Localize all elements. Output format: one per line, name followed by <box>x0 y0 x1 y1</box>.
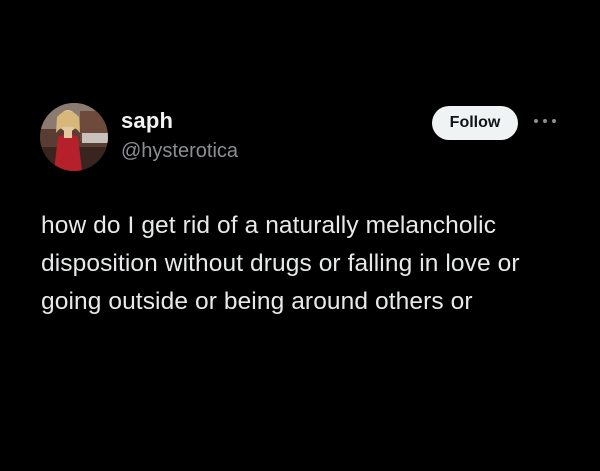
author-info: saph @hysterotica <box>121 108 238 163</box>
tweet-text: how do I get rid of a naturally melancho… <box>41 207 571 321</box>
follow-button[interactable]: Follow <box>432 106 518 140</box>
display-name[interactable]: saph <box>121 108 238 134</box>
avatar[interactable] <box>40 103 108 171</box>
dot <box>534 119 538 123</box>
tweet-text-line: disposition without drugs or falling in … <box>41 250 520 277</box>
dot <box>543 119 547 123</box>
user-handle[interactable]: @hysterotica <box>121 139 238 163</box>
tweet-card: saph @hysterotica Follow how do I get ri… <box>0 0 600 471</box>
tweet-text-line: going outside or being around others or <box>41 288 473 315</box>
more-horizontal-icon[interactable] <box>534 116 556 126</box>
tweet-text-line: how do I get rid of a naturally melancho… <box>41 212 497 239</box>
dot <box>552 119 556 123</box>
avatar-photo <box>40 103 108 171</box>
